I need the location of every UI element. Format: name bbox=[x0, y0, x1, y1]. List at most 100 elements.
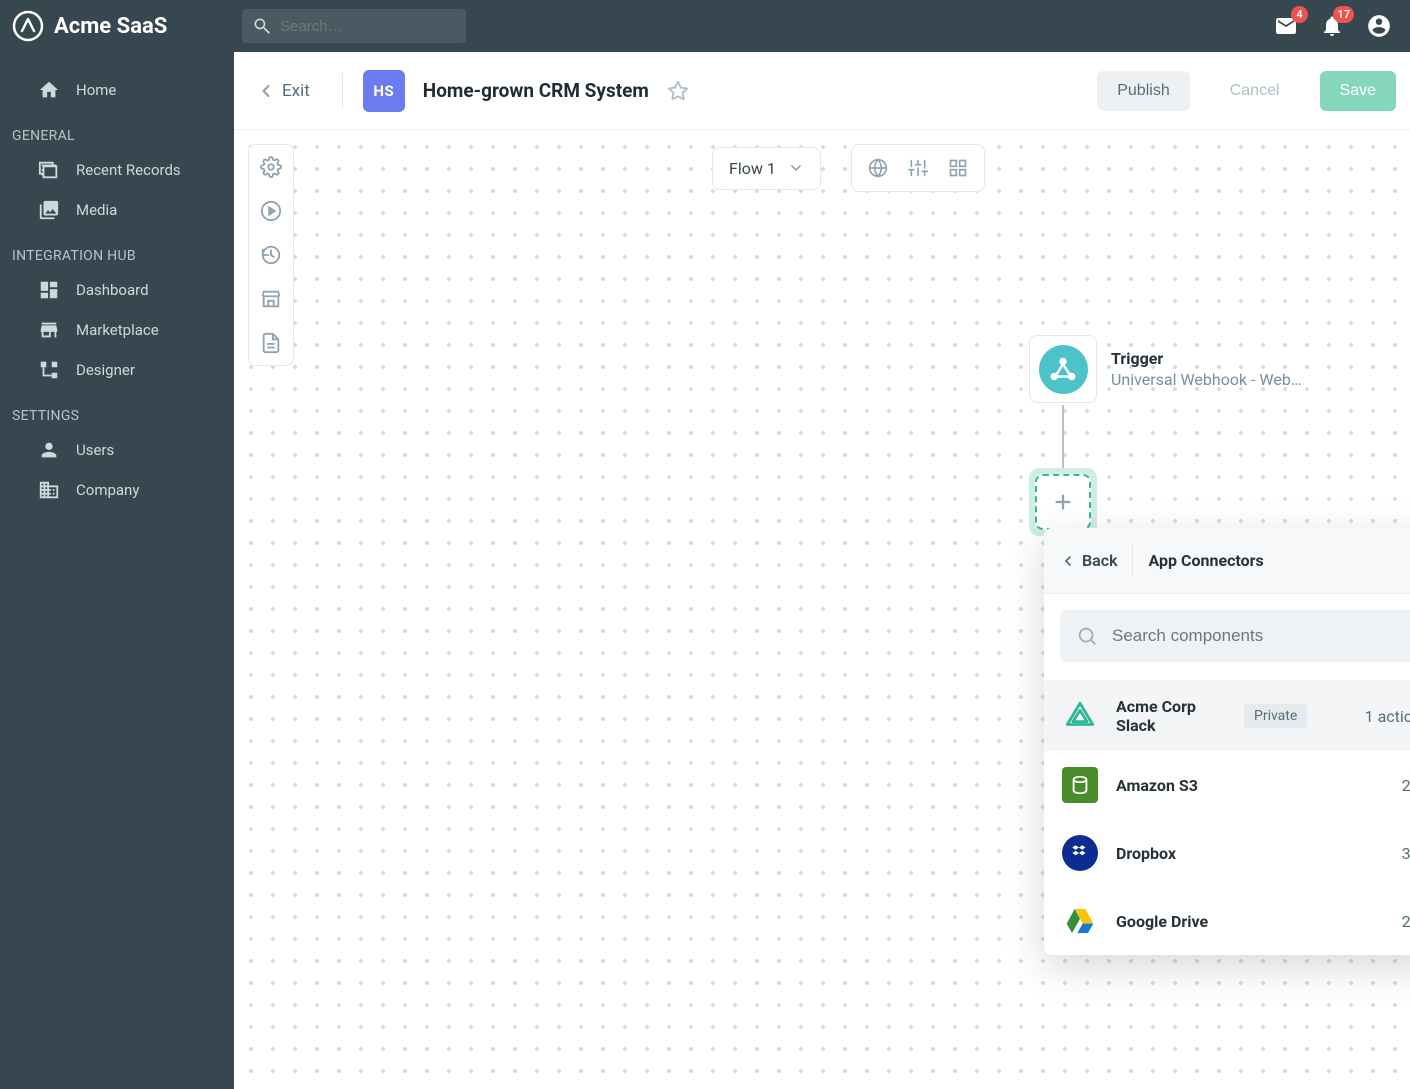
amazon-s3-icon bbox=[1062, 767, 1098, 803]
history-tool[interactable] bbox=[259, 243, 283, 267]
connector-row-acme-slack[interactable]: Acme Corp Slack Private 1 actions bbox=[1044, 681, 1410, 751]
history-icon bbox=[260, 244, 282, 266]
globe-icon bbox=[868, 158, 888, 178]
chevron-left-icon bbox=[1060, 553, 1076, 569]
docs-tool[interactable] bbox=[259, 331, 283, 355]
connector-row-amazon-s3[interactable]: Amazon S3 20 actions bbox=[1044, 751, 1410, 819]
user-icon bbox=[38, 439, 60, 461]
connector-actions-count: 20 actions bbox=[1402, 776, 1410, 795]
nav-heading-general: GENERAL bbox=[0, 110, 234, 150]
marketplace-tool[interactable] bbox=[259, 287, 283, 311]
popup-back-button[interactable]: Back bbox=[1060, 545, 1133, 577]
add-step-button[interactable] bbox=[1035, 474, 1091, 530]
page-title: Home-grown CRM System bbox=[423, 79, 649, 102]
connector-actions-count: 21 actions bbox=[1402, 912, 1410, 931]
nav-company[interactable]: Company bbox=[0, 470, 234, 510]
side-nav: Home GENERAL Recent Records Media INTEGR… bbox=[0, 52, 234, 1089]
nav-designer-label: Designer bbox=[76, 361, 135, 379]
connector-actions-count: 1 actions bbox=[1365, 707, 1410, 726]
brand: Acme SaaS bbox=[12, 10, 212, 42]
connector-name: Acme Corp Slack bbox=[1116, 697, 1226, 735]
nav-marketplace-label: Marketplace bbox=[76, 321, 159, 339]
nav-home[interactable]: Home bbox=[0, 70, 234, 110]
private-badge: Private bbox=[1244, 704, 1307, 728]
flow-node-trigger[interactable]: Trigger Universal Webhook - Webh… bbox=[1029, 335, 1306, 403]
global-search[interactable] bbox=[242, 9, 466, 43]
connector-name: Dropbox bbox=[1116, 844, 1176, 863]
notifications-button[interactable]: 17 bbox=[1320, 14, 1344, 38]
chevron-down-icon bbox=[788, 160, 804, 176]
search-icon bbox=[252, 16, 272, 36]
app-chip: HS bbox=[363, 70, 405, 112]
nav-users[interactable]: Users bbox=[0, 430, 234, 470]
gear-icon bbox=[260, 156, 282, 178]
save-button[interactable]: Save bbox=[1320, 71, 1396, 111]
cancel-button[interactable]: Cancel bbox=[1210, 71, 1300, 111]
node-trigger-subtitle: Universal Webhook - Webh… bbox=[1111, 370, 1306, 389]
nav-company-label: Company bbox=[76, 481, 139, 499]
globe-button[interactable] bbox=[858, 151, 898, 185]
media-icon bbox=[38, 199, 60, 221]
designer-icon bbox=[38, 359, 60, 381]
dropbox-icon bbox=[1062, 835, 1098, 871]
home-icon bbox=[38, 79, 60, 101]
exit-button[interactable]: Exit bbox=[244, 71, 322, 111]
flow-selector-label: Flow 1 bbox=[729, 159, 776, 178]
nav-media[interactable]: Media bbox=[0, 190, 234, 230]
sliders-icon bbox=[908, 158, 928, 178]
brand-logo-icon bbox=[12, 10, 44, 42]
nav-recent-records[interactable]: Recent Records bbox=[0, 150, 234, 190]
flow-selector[interactable]: Flow 1 bbox=[712, 147, 821, 190]
nav-dashboard-label: Dashboard bbox=[76, 281, 149, 299]
nav-marketplace[interactable]: Marketplace bbox=[0, 310, 234, 350]
nav-recent-records-label: Recent Records bbox=[76, 161, 181, 179]
connector-row-dropbox[interactable]: Dropbox 30 actions bbox=[1044, 819, 1410, 887]
records-icon bbox=[38, 159, 60, 181]
grid-icon bbox=[948, 158, 968, 178]
chevron-left-icon bbox=[256, 81, 276, 101]
connector bbox=[1062, 405, 1064, 472]
nav-heading-integration: INTEGRATION HUB bbox=[0, 230, 234, 270]
nav-heading-settings: SETTINGS bbox=[0, 390, 234, 430]
nav-home-label: Home bbox=[76, 81, 116, 99]
mail-button[interactable]: 4 bbox=[1274, 14, 1298, 38]
plus-icon bbox=[1052, 491, 1074, 513]
popup-search-input[interactable] bbox=[1112, 626, 1410, 646]
nav-users-label: Users bbox=[76, 441, 114, 459]
favorite-button[interactable] bbox=[667, 80, 689, 102]
nav-media-label: Media bbox=[76, 201, 117, 219]
storefront-icon bbox=[260, 288, 282, 310]
connector-actions-count: 30 actions bbox=[1402, 844, 1410, 863]
flow-canvas[interactable]: Flow 1 Trigger Universal bbox=[234, 130, 1410, 1089]
play-circle-icon bbox=[260, 200, 282, 222]
canvas-toolbar bbox=[248, 144, 294, 366]
slack-private-icon bbox=[1062, 698, 1098, 734]
dashboard-icon bbox=[38, 279, 60, 301]
file-icon bbox=[260, 332, 282, 354]
nav-designer[interactable]: Designer bbox=[0, 350, 234, 390]
account-button[interactable] bbox=[1366, 13, 1392, 39]
divider bbox=[342, 73, 343, 109]
connector-row-google-drive[interactable]: Google Drive 21 actions bbox=[1044, 887, 1410, 955]
node-trigger-title: Trigger bbox=[1111, 349, 1306, 368]
search-icon bbox=[1076, 625, 1098, 647]
exit-label: Exit bbox=[282, 81, 310, 101]
webhook-icon bbox=[1039, 345, 1088, 394]
connector-name: Google Drive bbox=[1116, 912, 1208, 931]
settings-tool[interactable] bbox=[259, 155, 283, 179]
popup-back-label: Back bbox=[1082, 551, 1118, 570]
google-drive-icon bbox=[1062, 903, 1098, 939]
notifications-badge: 17 bbox=[1333, 6, 1354, 23]
global-search-input[interactable] bbox=[280, 18, 456, 35]
popup-search[interactable] bbox=[1060, 610, 1410, 662]
run-tool[interactable] bbox=[259, 199, 283, 223]
store-icon bbox=[38, 319, 60, 341]
brand-name: Acme SaaS bbox=[54, 14, 167, 39]
sliders-button[interactable] bbox=[898, 151, 938, 185]
nav-dashboard[interactable]: Dashboard bbox=[0, 270, 234, 310]
grid-button[interactable] bbox=[938, 151, 978, 185]
publish-button[interactable]: Publish bbox=[1097, 71, 1189, 111]
connector-popup: Back App Connectors bbox=[1044, 528, 1410, 955]
view-controls bbox=[851, 144, 985, 192]
editor-header: Exit HS Home-grown CRM System Publish Ca… bbox=[234, 52, 1410, 130]
